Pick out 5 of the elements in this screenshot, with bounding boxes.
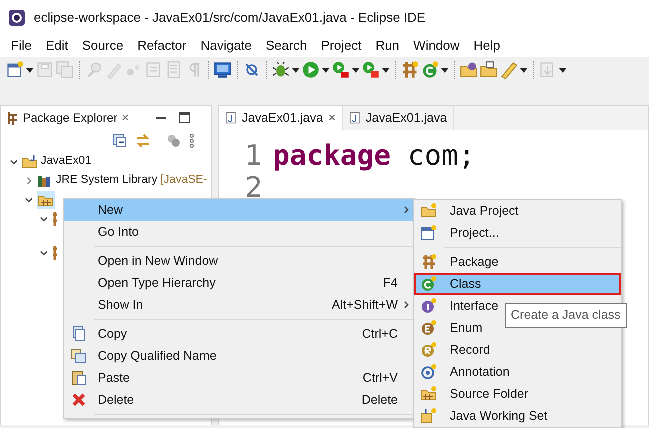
tooltip: Create a Java class: [505, 303, 627, 328]
tree-item-suffix: [JavaSE-: [160, 172, 208, 188]
line-number: 1: [244, 140, 264, 172]
code-line: package com;: [273, 139, 476, 172]
window-title: eclipse-workspace - JavaEx01/src/com/JavaEx01.java - Eclipse IDE: [34, 8, 426, 27]
